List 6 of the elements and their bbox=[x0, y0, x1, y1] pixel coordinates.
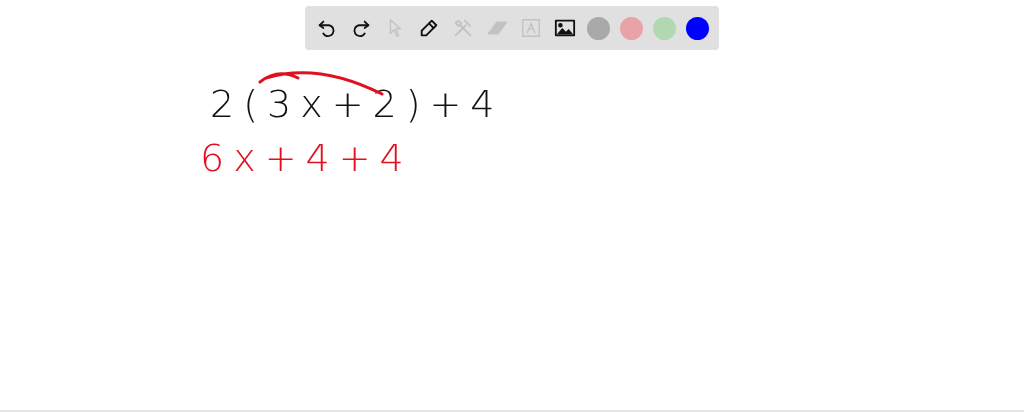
handwritten-expression: 2(3x+2)+4 bbox=[210, 82, 504, 126]
color-swatch[interactable] bbox=[587, 16, 610, 40]
color-swatch[interactable] bbox=[686, 16, 709, 40]
handwritten-expression: 6x+4+4 bbox=[200, 136, 413, 180]
color-swatch[interactable] bbox=[653, 16, 676, 40]
color-swatch[interactable] bbox=[620, 16, 643, 40]
